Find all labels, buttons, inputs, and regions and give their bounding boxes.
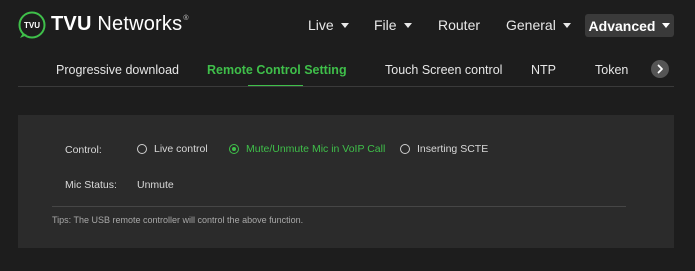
- caret-down-icon: [403, 22, 412, 28]
- radio-circle-icon: [400, 144, 410, 154]
- tab-touch-screen-control[interactable]: Touch Screen control: [385, 63, 502, 77]
- radio-checked-icon: [229, 144, 239, 154]
- brand-name-rest: Networks: [91, 13, 183, 35]
- radio-mute-unmute-mic[interactable]: Mute/Unmute Mic in VoIP Call: [229, 143, 385, 155]
- caret-down-icon: [562, 22, 571, 28]
- nav-advanced[interactable]: Advanced: [585, 14, 674, 37]
- tabs-scroll-right-button[interactable]: [651, 60, 669, 78]
- tvu-logo-icon: TVU: [18, 11, 46, 39]
- radio-live-control-label: Live control: [154, 143, 208, 155]
- control-label: Control:: [65, 144, 102, 156]
- sub-tabs: Progressive download Remote Control Sett…: [0, 50, 695, 87]
- mic-status-value: Unmute: [137, 179, 174, 191]
- nav-general-label: General: [506, 17, 556, 33]
- brand-name: TVU Networks®: [51, 13, 189, 36]
- tab-progressive-download[interactable]: Progressive download: [56, 63, 179, 77]
- tips-text: Tips: The USB remote controller will con…: [52, 215, 304, 225]
- caret-down-icon: [340, 22, 349, 28]
- radio-inserting-scte[interactable]: Inserting SCTE: [400, 143, 488, 155]
- tab-remote-control-setting[interactable]: Remote Control Setting: [207, 63, 347, 77]
- brand-registered-mark: ®: [183, 15, 189, 22]
- logo-text: TVU: [24, 21, 40, 30]
- radio-inserting-scte-label: Inserting SCTE: [417, 143, 489, 155]
- mic-status-label: Mic Status:: [65, 179, 117, 191]
- nav-advanced-label: Advanced: [588, 17, 656, 34]
- tab-ntp[interactable]: NTP: [531, 63, 556, 77]
- caret-down-icon: [662, 23, 671, 28]
- nav-router[interactable]: Router: [438, 17, 480, 33]
- nav-file-label: File: [374, 17, 397, 33]
- nav-file[interactable]: File: [374, 17, 412, 33]
- nav-live-label: Live: [308, 17, 334, 33]
- radio-circle-icon: [137, 144, 147, 154]
- panel-divider: [52, 206, 626, 207]
- radio-mute-unmute-mic-label: Mute/Unmute Mic in VoIP Call: [246, 143, 386, 155]
- nav-live[interactable]: Live: [308, 17, 349, 33]
- chevron-right-icon: [657, 64, 663, 74]
- brand-name-bold: TVU: [51, 13, 92, 35]
- top-header: TVU TVU Networks® Live File Router Gener…: [0, 0, 695, 50]
- nav-router-label: Router: [438, 17, 481, 33]
- radio-live-control[interactable]: Live control: [137, 143, 208, 155]
- nav-general[interactable]: General: [506, 17, 571, 33]
- tabs-divider: [18, 86, 674, 87]
- tab-token[interactable]: Token: [595, 63, 628, 77]
